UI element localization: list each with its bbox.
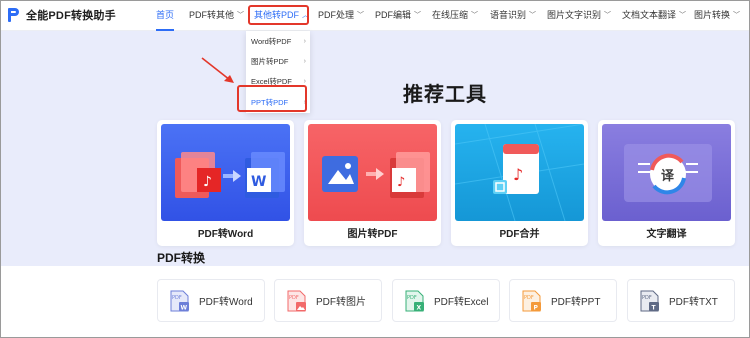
tool-pdf-to-image[interactable]: PDF PDF转图片 bbox=[274, 279, 382, 322]
nav-item-pdf-to-other[interactable]: PDF转其他 ﹀ bbox=[189, 0, 244, 31]
svg-text:W: W bbox=[181, 304, 188, 311]
svg-text:PDF: PDF bbox=[642, 295, 652, 301]
chevron-down-icon: ﹀ bbox=[604, 12, 612, 19]
other-to-pdf-dropdown: Word转PDF › 图片转PDF › Excel转PDF › PPT转PDF › bbox=[246, 31, 310, 113]
section-title: PDF转换 bbox=[157, 251, 206, 265]
svg-text:PDF: PDF bbox=[289, 295, 299, 301]
featured-card-pdf-to-word[interactable]: ♪ W PDF转Word bbox=[157, 120, 294, 246]
tool-label: PDF转Excel bbox=[434, 297, 489, 308]
chevron-right-icon: › bbox=[303, 78, 306, 85]
svg-text:PDF: PDF bbox=[524, 295, 534, 301]
dropdown-item-word-to-pdf[interactable]: Word转PDF › bbox=[246, 32, 310, 52]
featured-card-pdf-merge[interactable]: ♪ PDF合并 bbox=[451, 120, 588, 246]
svg-text:♪: ♪ bbox=[513, 165, 523, 184]
chevron-right-icon: › bbox=[303, 58, 306, 65]
svg-text:W: W bbox=[251, 174, 266, 190]
ppt-file-icon: PDF P bbox=[522, 290, 541, 311]
featured-card-text-translate[interactable]: 译 文字翻译 bbox=[598, 120, 735, 246]
svg-text:X: X bbox=[417, 304, 422, 311]
chevron-down-icon: ﹀ bbox=[733, 12, 741, 19]
tool-pdf-to-word[interactable]: PDF W PDF转Word bbox=[157, 279, 265, 322]
tool-pdf-to-excel[interactable]: PDF X PDF转Excel bbox=[392, 279, 500, 322]
dropdown-item-excel-to-pdf[interactable]: Excel转PDF › bbox=[246, 72, 310, 92]
tool-pdf-to-ppt[interactable]: PDF P PDF转PPT bbox=[509, 279, 617, 322]
chevron-down-icon: ﹀ bbox=[237, 12, 245, 19]
tool-label: PDF转PPT bbox=[551, 297, 601, 308]
app-title: 全能PDF转换助手 bbox=[26, 10, 116, 22]
tool-pdf-to-txt[interactable]: PDF T PDF转TXT bbox=[627, 279, 735, 322]
chevron-right-icon: › bbox=[303, 38, 306, 45]
svg-text:PDF: PDF bbox=[172, 295, 182, 301]
featured-card-image-to-pdf[interactable]: ♪ 图片转PDF bbox=[304, 120, 441, 246]
pdf-merge-illustration: ♪ bbox=[455, 124, 584, 221]
tool-label: PDF转图片 bbox=[316, 297, 366, 308]
nav-item-doc-translate[interactable]: 文档文本翻译 ﹀ bbox=[622, 0, 686, 31]
nav-item-image-ocr[interactable]: 图片文字识别 ﹀ bbox=[547, 0, 611, 31]
excel-file-icon: PDF X bbox=[405, 290, 424, 311]
chevron-down-icon: ﹀ bbox=[357, 12, 365, 19]
nav-item-pdf-edit[interactable]: PDF编辑 ﹀ bbox=[375, 0, 421, 31]
featured-card-label: 图片转PDF bbox=[347, 229, 398, 240]
word-file-icon: PDF W bbox=[170, 290, 189, 311]
txt-file-icon: PDF T bbox=[640, 290, 659, 311]
svg-text:♪: ♪ bbox=[203, 174, 212, 190]
chevron-down-icon: ﹀ bbox=[471, 12, 479, 19]
chevron-right-icon: › bbox=[303, 99, 306, 106]
pdf-to-word-illustration: ♪ W bbox=[161, 124, 290, 221]
featured-card-label: PDF合并 bbox=[499, 229, 540, 240]
svg-text:PDF: PDF bbox=[407, 295, 417, 301]
app-logo[interactable]: 全能PDF转换助手 bbox=[7, 7, 147, 23]
image-file-icon: PDF bbox=[287, 290, 306, 311]
nav-item-other-to-pdf[interactable]: 其他转PDF ︿ bbox=[254, 0, 309, 31]
svg-text:♪: ♪ bbox=[397, 175, 405, 190]
tool-label: PDF转Word bbox=[199, 297, 253, 308]
nav-item-online-compress[interactable]: 在线压缩 ﹀ bbox=[432, 0, 478, 31]
svg-text:译: 译 bbox=[661, 169, 675, 184]
chevron-down-icon: ﹀ bbox=[529, 12, 537, 19]
featured-card-label: PDF转Word bbox=[197, 229, 254, 240]
annotation-arrow-icon bbox=[201, 57, 234, 83]
chevron-down-icon: ﹀ bbox=[414, 12, 422, 19]
hero-title: 推荐工具 bbox=[403, 84, 487, 106]
text-translate-illustration: 译 bbox=[602, 124, 731, 221]
nav-item-image-convert[interactable]: 图片转换 ﹀ bbox=[694, 0, 740, 31]
dropdown-item-ppt-to-pdf[interactable]: PPT转PDF › bbox=[246, 93, 310, 113]
chevron-down-icon: ﹀ bbox=[679, 12, 687, 19]
nav-item-home[interactable]: 首页 bbox=[156, 0, 175, 31]
tool-label: PDF转TXT bbox=[669, 297, 718, 308]
featured-card-label: 文字翻译 bbox=[646, 229, 687, 240]
svg-text:P: P bbox=[534, 304, 539, 311]
logo-icon bbox=[7, 7, 21, 23]
nav-item-speech-recognition[interactable]: 语音识别 ﹀ bbox=[490, 0, 536, 31]
image-to-pdf-illustration: ♪ bbox=[308, 124, 437, 221]
nav-item-pdf-processing[interactable]: PDF处理 ﹀ bbox=[318, 0, 364, 31]
chevron-up-icon: ︿ bbox=[302, 12, 310, 19]
dropdown-item-image-to-pdf[interactable]: 图片转PDF › bbox=[246, 52, 310, 72]
